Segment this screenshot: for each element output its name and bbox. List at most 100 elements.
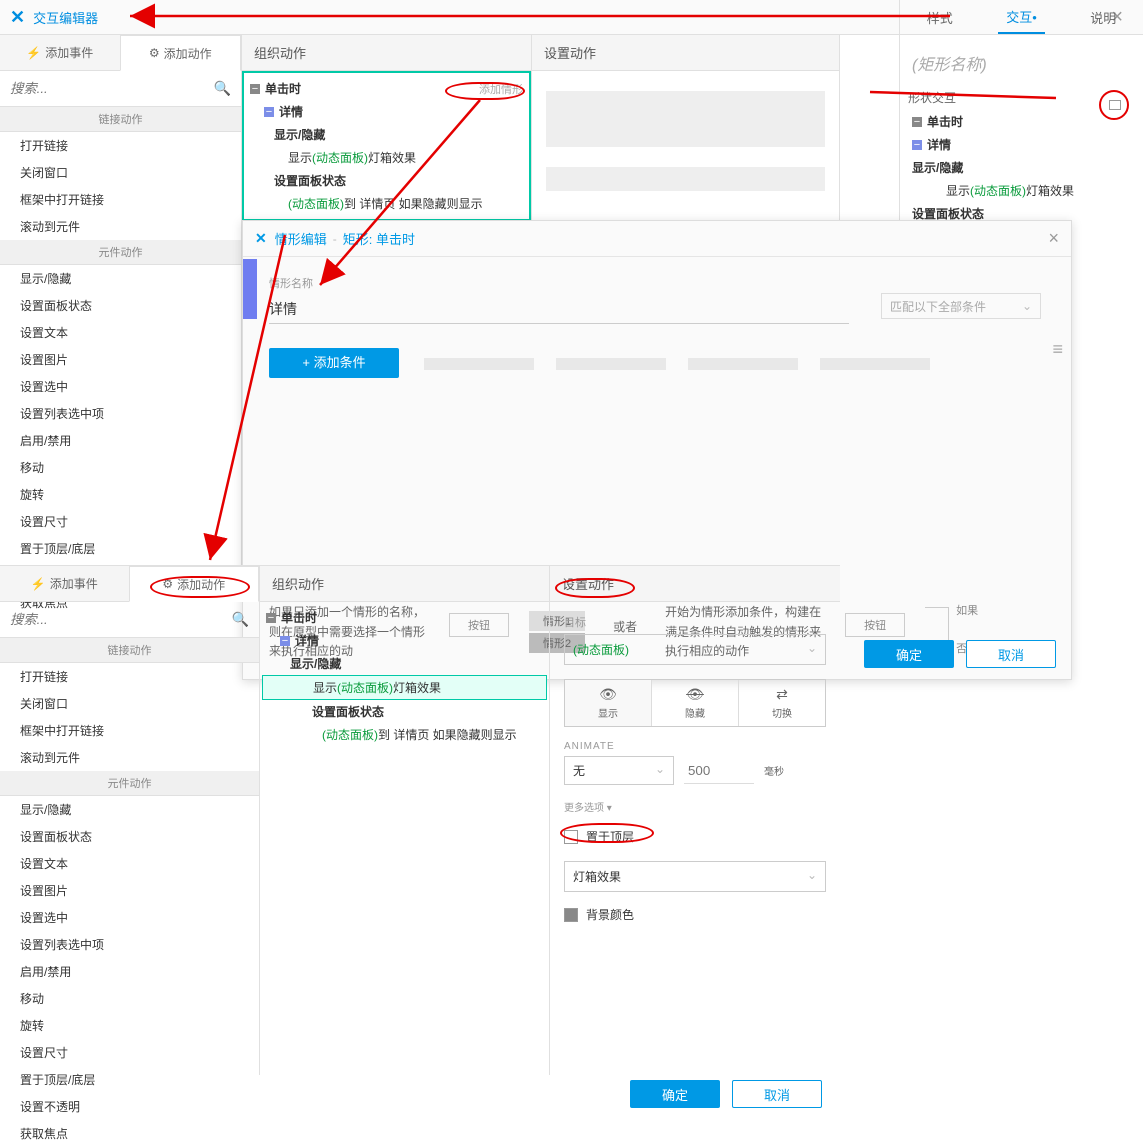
search-input[interactable] bbox=[4, 75, 208, 102]
tree-setstate[interactable]: 设置面板状态 bbox=[274, 172, 346, 189]
action-item[interactable]: 框架中打开链接 bbox=[0, 717, 259, 744]
add-condition-button[interactable]: + 添加条件 bbox=[269, 348, 399, 378]
shape-name-label: (矩形名称) bbox=[908, 45, 1135, 85]
bgcolor-label: 背景颜色 bbox=[586, 906, 634, 923]
vis-hide[interactable]: 👁隐藏 bbox=[652, 680, 739, 726]
action-item[interactable]: 打开链接 bbox=[0, 132, 241, 159]
tree-sh[interactable]: 显示/隐藏 bbox=[274, 126, 325, 143]
tree-click-2[interactable]: 单击时 bbox=[281, 609, 317, 626]
modal-sub: 矩形: 单击时 bbox=[343, 229, 415, 248]
action-item[interactable]: 显示/隐藏 bbox=[0, 265, 241, 292]
action-item[interactable]: 设置文本 bbox=[0, 319, 241, 346]
modal-close-icon[interactable]: × bbox=[1048, 228, 1059, 249]
lightbox-select[interactable]: 灯箱效果⌄ bbox=[564, 861, 826, 892]
tree-lb-2: 灯箱效果 bbox=[393, 679, 441, 696]
target-select[interactable]: (动态面板)⌄ bbox=[564, 634, 826, 665]
tree-detail[interactable]: 详情 bbox=[279, 103, 303, 120]
chk-bgcolor[interactable] bbox=[564, 908, 578, 922]
action-item[interactable]: 移动 bbox=[0, 454, 241, 481]
tree-dyn: (动态面板) bbox=[312, 149, 368, 166]
placeholder-bar bbox=[556, 358, 666, 370]
tab-interaction[interactable]: 交互• bbox=[998, 1, 1045, 34]
tree-sh-2[interactable]: 显示/隐藏 bbox=[290, 655, 341, 672]
action-item[interactable]: 旋转 bbox=[0, 481, 241, 508]
btn-chip2: 按钮 bbox=[845, 613, 905, 637]
tab-add-event-2[interactable]: ⚡添加事件 bbox=[0, 566, 129, 601]
tree-desc-2: 到 详情页 如果隐藏则显示 bbox=[378, 726, 517, 743]
ok-button[interactable]: 确定 bbox=[630, 1080, 720, 1108]
tree-dyn2: (动态面板) bbox=[288, 195, 344, 212]
placeholder-bar bbox=[424, 358, 534, 370]
action-item[interactable]: 设置面板状态 bbox=[0, 823, 259, 850]
rp-showhide[interactable]: 显示/隐藏 bbox=[912, 159, 963, 176]
action-item[interactable]: 置于顶层/底层 bbox=[0, 535, 241, 562]
tree-click[interactable]: 单击时 bbox=[265, 80, 301, 97]
group-widget-2: 元件动作 bbox=[0, 771, 259, 796]
action-item[interactable]: 启用/禁用 bbox=[0, 427, 241, 454]
action-item[interactable]: 设置不透明 bbox=[0, 1093, 259, 1120]
vis-toggle[interactable]: ⇄切换 bbox=[739, 680, 825, 726]
action-item[interactable]: 置于顶层/底层 bbox=[0, 1066, 259, 1093]
search-icon-2[interactable]: 🔍 bbox=[226, 611, 255, 628]
modal-ok-button[interactable]: 确定 bbox=[864, 640, 954, 668]
action-item[interactable]: 设置图片 bbox=[0, 877, 259, 904]
more-options[interactable]: 更多选项 ▾ bbox=[564, 799, 826, 814]
action-item[interactable]: 设置文本 bbox=[0, 850, 259, 877]
action-item[interactable]: 显示/隐藏 bbox=[0, 796, 259, 823]
tab-add-action[interactable]: ⚙添加动作 bbox=[120, 35, 242, 71]
action-item[interactable]: 关闭窗口 bbox=[0, 690, 259, 717]
action-item[interactable]: 设置选中 bbox=[0, 904, 259, 931]
placeholder-bar bbox=[688, 358, 798, 370]
action-item[interactable]: 设置图片 bbox=[0, 346, 241, 373]
add-case-btn[interactable]: 添加情形 bbox=[479, 81, 523, 97]
tab-style[interactable]: 样式 bbox=[919, 1, 961, 34]
modal-logo: ✕ bbox=[255, 230, 267, 247]
blue-bar bbox=[243, 259, 257, 319]
modal-title: 情形编辑 bbox=[275, 229, 327, 248]
tab-add-action-2[interactable]: ⚙添加动作 bbox=[129, 566, 260, 602]
cancel-button[interactable]: 取消 bbox=[732, 1080, 822, 1108]
action-item[interactable]: 设置选中 bbox=[0, 373, 241, 400]
action-item[interactable]: 设置面板状态 bbox=[0, 292, 241, 319]
set-header: 设置动作 bbox=[532, 35, 839, 71]
hamburger-icon[interactable]: ≡ bbox=[1052, 339, 1063, 360]
action-item[interactable]: 滚动到元件 bbox=[0, 744, 259, 771]
vis-show[interactable]: 👁显示 bbox=[565, 680, 652, 726]
search-icon[interactable]: 🔍 bbox=[208, 80, 237, 97]
action-item[interactable]: 移动 bbox=[0, 985, 259, 1012]
chk-ontop[interactable] bbox=[564, 830, 578, 844]
case-name-label: 情形名称 bbox=[269, 275, 1045, 291]
action-item[interactable]: 打开链接 bbox=[0, 663, 259, 690]
tree-dyn-4: (动态面板) bbox=[322, 726, 378, 743]
action-item[interactable]: 设置尺寸 bbox=[0, 1039, 259, 1066]
action-item[interactable]: 获取焦点 bbox=[0, 1120, 259, 1147]
action-item[interactable]: 框架中打开链接 bbox=[0, 186, 241, 213]
widget-actions: 显示/隐藏 设置面板状态 设置文本 设置图片 设置选中 设置列表选中项 启用/禁… bbox=[0, 265, 241, 616]
unit-label: 毫秒 bbox=[764, 763, 784, 778]
organize-header: 组织动作 bbox=[242, 35, 531, 71]
action-item[interactable]: 关闭窗口 bbox=[0, 159, 241, 186]
action-item[interactable]: 设置列表选中项 bbox=[0, 400, 241, 427]
search-input-2[interactable] bbox=[4, 606, 226, 633]
rp-click[interactable]: 单击时 bbox=[927, 113, 963, 130]
action-item[interactable]: 设置尺寸 bbox=[0, 508, 241, 535]
tree-setstate-2[interactable]: 设置面板状态 bbox=[312, 703, 384, 720]
tab-notes[interactable]: 说明 bbox=[1082, 1, 1124, 34]
ontop-label: 置于顶层 bbox=[586, 828, 634, 845]
organize-header-2: 组织动作 bbox=[260, 566, 549, 602]
action-item[interactable]: 滚动到元件 bbox=[0, 213, 241, 240]
match-select[interactable]: 匹配以下全部条件⌄ bbox=[881, 293, 1041, 319]
anim-time-input[interactable] bbox=[684, 758, 754, 784]
rp-dyn: (动态面板) bbox=[970, 182, 1026, 199]
modal-cancel-button[interactable]: 取消 bbox=[966, 640, 1056, 668]
case-name-input[interactable]: 详情 bbox=[269, 295, 849, 324]
action-item[interactable]: 启用/禁用 bbox=[0, 958, 259, 985]
rp-detail[interactable]: 详情 bbox=[927, 136, 951, 153]
action-item[interactable]: 旋转 bbox=[0, 1012, 259, 1039]
anim-select[interactable]: 无⌄ bbox=[564, 756, 674, 785]
lower-editor: ⚡添加事件 ⚙添加动作 🔍 链接动作 打开链接 关闭窗口 框架中打开链接 滚动到… bbox=[0, 565, 840, 1075]
expand-tree-icon[interactable] bbox=[1099, 90, 1129, 120]
tab-add-event[interactable]: ⚡添加事件 bbox=[0, 35, 120, 70]
tree-detail-2[interactable]: 详情 bbox=[295, 632, 319, 649]
action-item[interactable]: 设置列表选中项 bbox=[0, 931, 259, 958]
